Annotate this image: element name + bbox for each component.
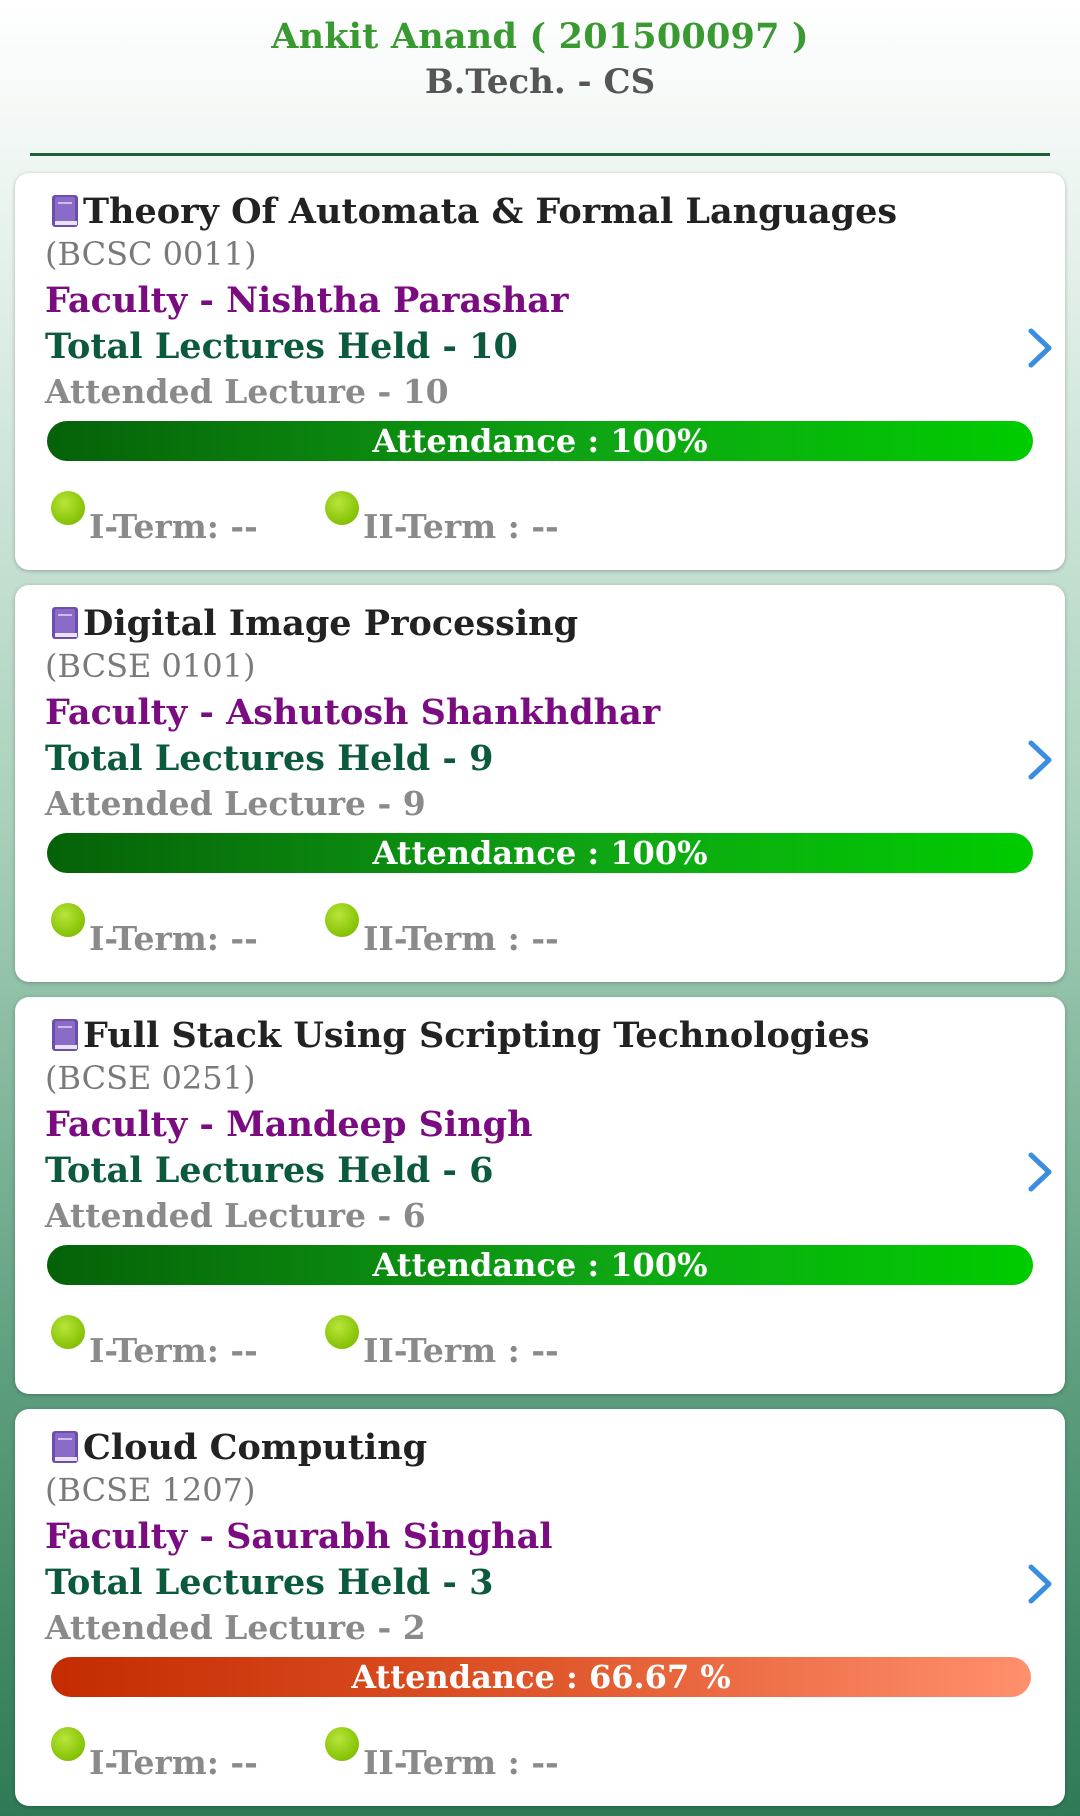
attended-lectures: Attended Lecture - 9	[45, 784, 426, 823]
green-dot-icon	[325, 1315, 359, 1349]
course-card[interactable]: Digital Image Processing (BCSE 0101) Fac…	[15, 585, 1065, 982]
green-dot-icon	[325, 903, 359, 937]
term1-label: I-Term: --	[89, 507, 258, 546]
total-lectures: Total Lectures Held - 10	[45, 326, 518, 367]
total-lectures: Total Lectures Held - 6	[45, 1150, 494, 1191]
green-dot-icon	[51, 1727, 85, 1761]
header-divider	[30, 153, 1050, 156]
subject-code: (BCSE 0101)	[45, 647, 256, 685]
attended-lectures: Attended Lecture - 10	[45, 372, 449, 411]
chevron-right-icon[interactable]	[1021, 323, 1057, 373]
green-dot-icon	[51, 1315, 85, 1349]
term2-label: II-Term : --	[363, 1743, 559, 1782]
course-card[interactable]: Cloud Computing (BCSE 1207) Faculty - Sa…	[15, 1409, 1065, 1806]
term1-label: I-Term: --	[89, 1743, 258, 1782]
attendance-label: Attendance : 66.67 %	[351, 1658, 731, 1696]
attendance-bar: Attendance : 100%	[47, 1245, 1033, 1285]
course-card[interactable]: Theory Of Automata & Formal Languages (B…	[15, 173, 1065, 570]
chevron-right-icon[interactable]	[1021, 1559, 1057, 1609]
attendance-bar: Attendance : 100%	[47, 421, 1033, 461]
attendance-label: Attendance : 100%	[372, 834, 708, 872]
faculty-name: Faculty - Mandeep Singh	[45, 1104, 533, 1145]
green-dot-icon	[51, 903, 85, 937]
subject-code: (BCSC 0011)	[45, 235, 257, 273]
subject-row: Full Stack Using Scripting Technologies	[51, 1013, 870, 1057]
book-icon	[51, 194, 79, 228]
term1-label: I-Term: --	[89, 1331, 258, 1370]
total-lectures: Total Lectures Held - 9	[45, 738, 494, 779]
attendance-label: Attendance : 100%	[372, 1246, 708, 1284]
student-name-id: Ankit Anand ( 201500097 )	[271, 16, 809, 57]
faculty-name: Faculty - Saurabh Singhal	[45, 1516, 553, 1557]
subject-code: (BCSE 0251)	[45, 1059, 256, 1097]
attended-lectures: Attended Lecture - 2	[45, 1608, 426, 1647]
subject-title: Cloud Computing	[83, 1426, 428, 1468]
book-icon	[51, 606, 79, 640]
attended-lectures: Attended Lecture - 6	[45, 1196, 426, 1235]
subject-title: Full Stack Using Scripting Technologies	[83, 1014, 870, 1056]
term2-label: II-Term : --	[363, 919, 559, 958]
green-dot-icon	[325, 1727, 359, 1761]
book-icon	[51, 1018, 79, 1052]
subject-code: (BCSE 1207)	[45, 1471, 256, 1509]
subject-row: Theory Of Automata & Formal Languages	[51, 189, 897, 233]
attendance-bar: Attendance : 100%	[47, 833, 1033, 873]
green-dot-icon	[325, 491, 359, 525]
book-icon	[51, 1430, 79, 1464]
total-lectures: Total Lectures Held - 3	[45, 1562, 494, 1603]
attendance-label: Attendance : 100%	[372, 422, 708, 460]
faculty-name: Faculty - Ashutosh Shankhdhar	[45, 692, 661, 733]
term1-label: I-Term: --	[89, 919, 258, 958]
term2-label: II-Term : --	[363, 507, 559, 546]
course-card[interactable]: Full Stack Using Scripting Technologies …	[15, 997, 1065, 1394]
subject-row: Digital Image Processing	[51, 601, 578, 645]
chevron-right-icon[interactable]	[1021, 1147, 1057, 1197]
subject-row: Cloud Computing	[51, 1425, 427, 1469]
attendance-bar: Attendance : 66.67 %	[51, 1657, 1031, 1697]
faculty-name: Faculty - Nishtha Parashar	[45, 280, 569, 321]
subject-title: Digital Image Processing	[83, 602, 579, 644]
program-label: B.Tech. - CS	[424, 62, 656, 102]
subject-title: Theory Of Automata & Formal Languages	[83, 190, 898, 232]
chevron-right-icon[interactable]	[1021, 735, 1057, 785]
term2-label: II-Term : --	[363, 1331, 559, 1370]
green-dot-icon	[51, 491, 85, 525]
